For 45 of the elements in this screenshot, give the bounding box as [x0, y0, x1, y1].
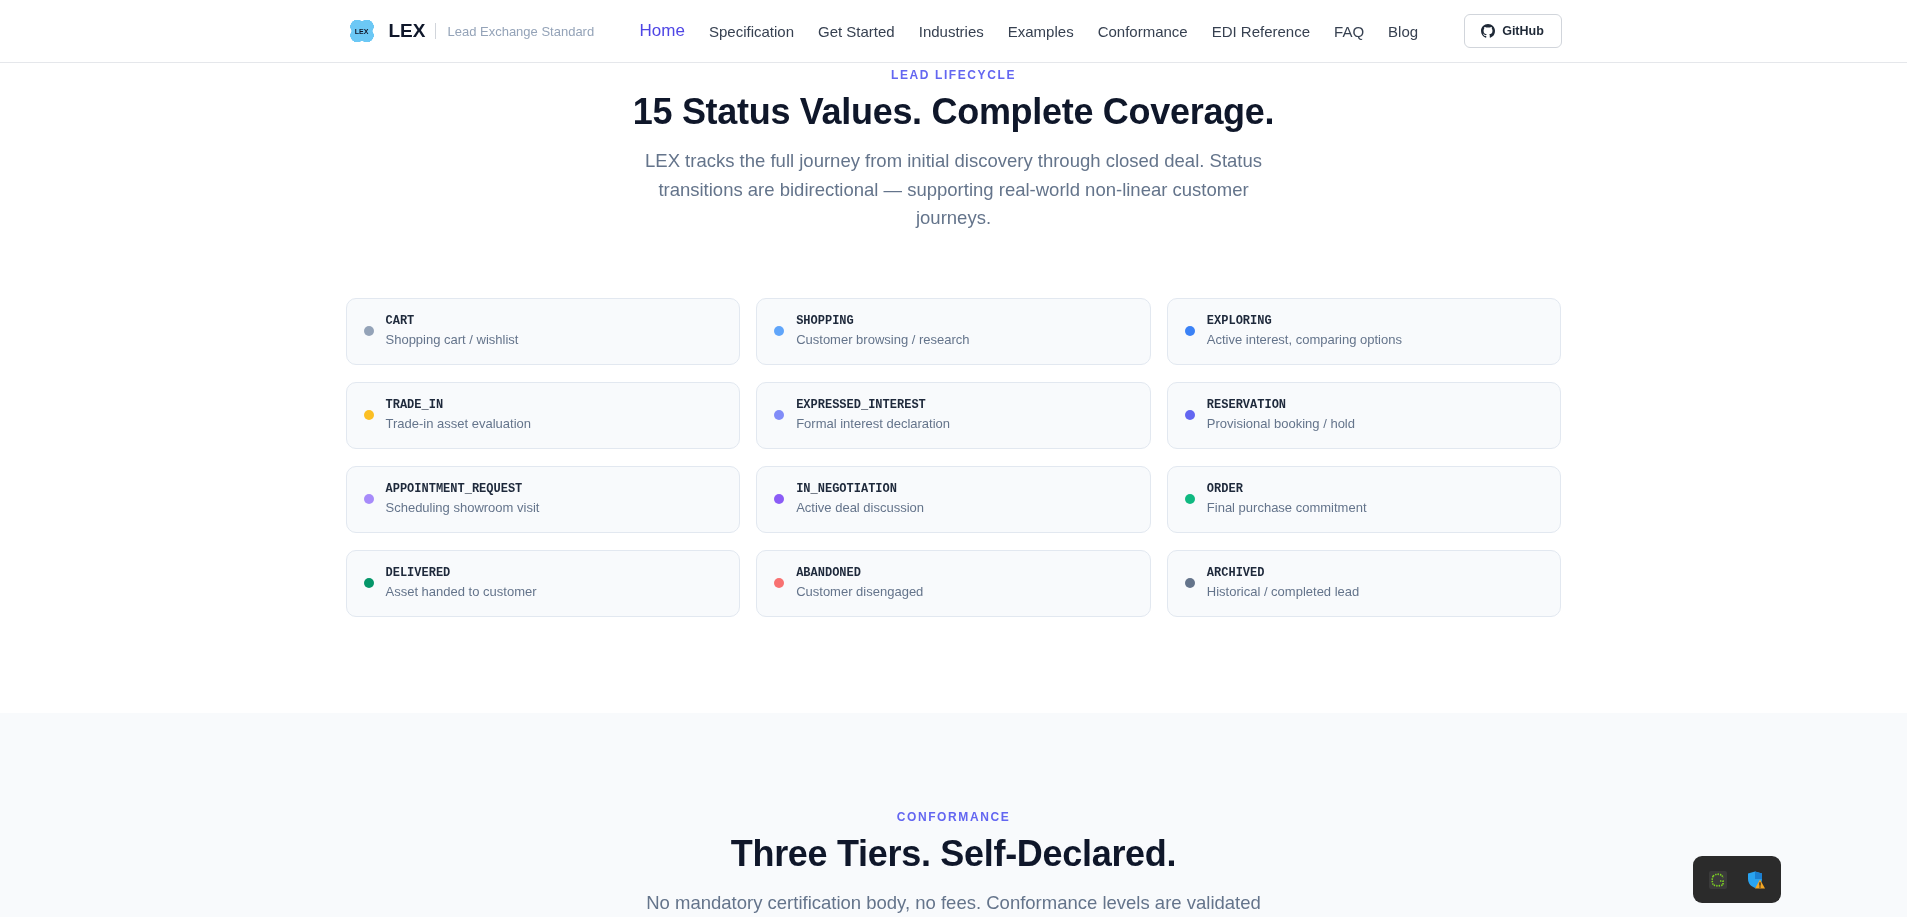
status-description: Customer browsing / research [796, 331, 970, 349]
section-eyebrow: CONFORMANCE [896, 808, 1011, 825]
status-name: TRADE_IN [385, 397, 445, 413]
nav-link[interactable]: Specification [708, 22, 794, 40]
status-name: DELIVERED [385, 565, 452, 581]
nav-link[interactable]: FAQ [1334, 22, 1365, 40]
status-description: Trade-in asset evaluation [385, 415, 531, 433]
status-name: RESERVATION [1206, 397, 1288, 413]
brand-name: LEX [388, 20, 426, 42]
section-heading: Three Tiers. Self-Declared. [730, 831, 1177, 876]
status-description: Scheduling showroom visit [385, 499, 540, 517]
dotted-outline-icon[interactable] [1709, 870, 1727, 889]
github-button[interactable]: GitHub [1463, 14, 1562, 48]
status-description: Historical / completed lead [1206, 583, 1360, 601]
section-description: No mandatory certification body, no fees. Conformance levels are validated [646, 890, 1261, 915]
status-name: APPOINTMENT_REQUEST [385, 481, 524, 497]
status-name: SHOPPING [796, 313, 855, 329]
nav-link[interactable]: Home [639, 21, 685, 41]
status-name: ORDER [1206, 481, 1244, 497]
status-description: Active deal discussion [796, 499, 925, 517]
status-description: Formal interest declaration [796, 415, 951, 433]
section-description: LEX tracks the full journey from initial discovery through closed deal. Status transitions are bidirectional — supporting real-world non-linear customer journeys. [644, 149, 1263, 230]
section-eyebrow: LEAD LIFECYCLE [890, 67, 1017, 83]
nav-link[interactable]: Examples [1007, 22, 1074, 40]
status-name: CART [385, 313, 416, 329]
nav-link[interactable]: Industries [918, 22, 984, 40]
shield-warning-icon[interactable] [1747, 870, 1765, 889]
status-name: EXPRESSED_INTEREST [796, 397, 927, 413]
status-name: ARCHIVED [1206, 565, 1266, 581]
status-name: IN_NEGOTIATION [796, 481, 898, 497]
status-name: EXPLORING [1206, 313, 1273, 329]
brand-tagline: Lead Exchange Standard [447, 23, 595, 39]
section-heading: 15 Status Values. Complete Coverage. [632, 90, 1275, 134]
nav-link[interactable]: Get Started [818, 22, 895, 40]
nav-link[interactable]: EDI Reference [1211, 22, 1311, 40]
status-description: Provisional booking / hold [1206, 415, 1355, 433]
status-description: Customer disengaged [796, 583, 924, 601]
status-description: Shopping cart / wishlist [385, 331, 519, 349]
status-description: Asset handed to customer [385, 583, 537, 601]
status-name: ABANDONED [796, 565, 862, 581]
nav-link[interactable]: Conformance [1097, 22, 1188, 40]
github-icon [1481, 24, 1496, 38]
status-description: Final purchase commitment [1206, 499, 1367, 517]
nav-link[interactable]: Blog [1388, 22, 1419, 40]
status-description: Active interest, comparing options [1206, 331, 1402, 349]
